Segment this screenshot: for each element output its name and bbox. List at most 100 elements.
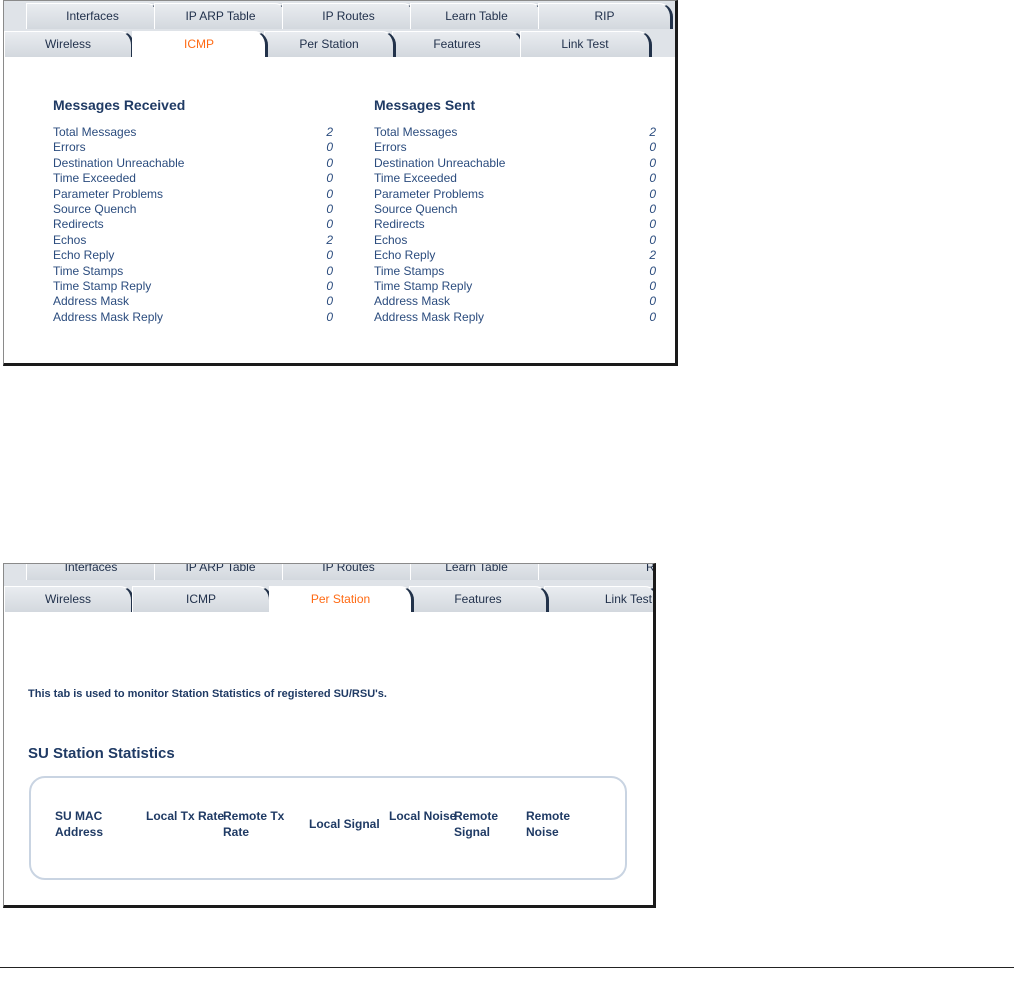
- stat-row: Address Mask Reply 0: [53, 310, 333, 325]
- stat-value: 2: [326, 232, 333, 247]
- stat-value: 0: [326, 248, 333, 263]
- stat-row: Address Mask 0: [374, 294, 656, 309]
- stat-label: Echo Reply: [53, 248, 115, 263]
- stat-value: 0: [326, 140, 333, 155]
- stat-label: Errors: [374, 140, 407, 155]
- icmp-statistics-panel: Interfaces IP ARP Table IP Routes Learn …: [3, 0, 678, 366]
- stat-row: Errors 0: [374, 140, 656, 155]
- stat-value: 2: [649, 248, 656, 263]
- tab-interfaces[interactable]: Interfaces: [26, 3, 161, 29]
- column-header-remote-signal: Remote Signal: [454, 809, 499, 839]
- tab-ip-arp-table[interactable]: IP ARP Table: [154, 564, 289, 580]
- tab-features[interactable]: Features: [392, 31, 524, 57]
- tab-description: This tab is used to monitor Station Stat…: [28, 688, 387, 700]
- stat-label: Total Messages: [374, 125, 458, 139]
- tab-wireless[interactable]: Wireless: [4, 31, 134, 57]
- stat-value: 0: [649, 263, 656, 278]
- stat-label: Echo Reply: [374, 248, 436, 263]
- stat-value: 0: [326, 263, 333, 278]
- stat-value: 0: [326, 186, 333, 201]
- tab-ip-routes[interactable]: IP Routes: [282, 564, 417, 580]
- stat-row: Errors 0: [53, 140, 333, 155]
- tab-interfaces[interactable]: Interfaces: [26, 564, 158, 580]
- stat-row: Parameter Problems 0: [374, 187, 656, 202]
- stat-row: Total Messages 2: [374, 125, 656, 140]
- stat-label: Redirects: [374, 217, 425, 232]
- stat-row: Redirects 0: [374, 217, 656, 232]
- stat-row: Echo Reply 0: [53, 248, 333, 263]
- tab-wireless[interactable]: Wireless: [4, 586, 134, 612]
- tab-per-station[interactable]: Per Station: [269, 586, 414, 612]
- stat-label: Source Quench: [374, 202, 458, 216]
- su-station-statistics-table: SU MAC Address Local Tx Rate Remote Tx R…: [29, 776, 627, 880]
- stat-label: Destination Unreachable: [53, 155, 185, 170]
- stat-row: Total Messages 2: [53, 125, 333, 140]
- stat-row: Address Mask Reply 0: [374, 310, 656, 325]
- stat-row: Destination Unreachable 0: [53, 156, 333, 171]
- stat-value: 0: [326, 155, 333, 170]
- tab-row-lower: Wireless Features Link Test Per Station …: [4, 29, 675, 57]
- tab-learn-table[interactable]: Learn Table: [410, 3, 545, 29]
- tab-per-station[interactable]: Per Station: [264, 31, 396, 57]
- stat-label: Time Exceeded: [374, 171, 457, 186]
- page-divider: [0, 967, 1014, 968]
- tab-learn-table[interactable]: Learn Table: [410, 564, 545, 580]
- stat-row: Time Stamp Reply 0: [53, 279, 333, 294]
- stat-label: Total Messages: [53, 125, 137, 139]
- stat-value: 0: [649, 155, 656, 170]
- stat-value: 0: [326, 202, 333, 216]
- stat-row: Time Exceeded 0: [53, 171, 333, 186]
- stat-label: Parameter Problems: [374, 186, 485, 201]
- stat-value: 0: [326, 294, 333, 309]
- column-header-local-signal: Local Signal: [309, 817, 380, 831]
- stat-value: 0: [649, 279, 656, 293]
- stat-label: Time Stamps: [374, 263, 445, 278]
- column-header-remote-tx-rate: Remote Tx Rate: [223, 809, 285, 839]
- stat-label: Time Stamp Reply: [53, 279, 152, 293]
- stat-label: Time Stamps: [53, 263, 124, 278]
- tab-ip-arp-table[interactable]: IP ARP Table: [154, 3, 289, 29]
- tab-link-test[interactable]: Link Test: [544, 586, 653, 612]
- stat-row: Time Stamp Reply 0: [374, 279, 656, 294]
- tab-link-test[interactable]: Link Test: [520, 31, 652, 57]
- stat-row: Time Exceeded 0: [374, 171, 656, 186]
- stat-label: Echos: [374, 232, 408, 247]
- stat-value: 0: [326, 309, 333, 324]
- tab-rip[interactable]: RIP: [538, 3, 673, 29]
- stat-label: Source Quench: [53, 202, 137, 216]
- tab-ip-routes[interactable]: IP Routes: [282, 3, 417, 29]
- stat-row: Echos 2: [53, 233, 333, 248]
- stat-row: Redirects 0: [53, 217, 333, 232]
- tab-row-upper: Interfaces IP ARP Table IP Routes Learn …: [4, 564, 653, 584]
- stat-label: Address Mask: [53, 294, 130, 309]
- stat-value: 0: [649, 217, 656, 232]
- tab-icmp[interactable]: ICMP: [132, 31, 268, 57]
- column-header-local-tx-rate: Local Tx Rate: [146, 809, 225, 823]
- stat-row: Echo Reply 2: [374, 248, 656, 263]
- stat-value: 2: [326, 125, 333, 139]
- stat-value: 0: [326, 279, 333, 293]
- stat-value: 2: [649, 125, 656, 139]
- stat-value: 0: [649, 232, 656, 247]
- stat-value: 0: [649, 140, 656, 155]
- stat-label: Parameter Problems: [53, 186, 164, 201]
- stat-label: Address Mask Reply: [374, 309, 485, 324]
- per-station-panel: Interfaces IP ARP Table IP Routes Learn …: [3, 563, 656, 908]
- stat-value: 0: [326, 171, 333, 186]
- tab-rip[interactable]: RIP: [538, 564, 653, 580]
- tab-features[interactable]: Features: [409, 586, 549, 612]
- tab-row-upper: Interfaces IP ARP Table IP Routes Learn …: [4, 1, 675, 29]
- stat-label: Time Stamp Reply: [374, 279, 473, 293]
- column-header-su-mac-address: SU MAC Address: [55, 809, 104, 839]
- tab-icmp[interactable]: ICMP: [132, 586, 272, 612]
- stat-label: Echos: [53, 232, 87, 247]
- stat-row: Time Stamps 0: [374, 264, 656, 279]
- stat-row: Echos 0: [374, 233, 656, 248]
- stat-label: Address Mask Reply: [53, 309, 164, 324]
- stat-value: 0: [649, 186, 656, 201]
- stat-row: Destination Unreachable 0: [374, 156, 656, 171]
- stat-label: Time Exceeded: [53, 171, 136, 186]
- messages-sent-heading: Messages Sent: [374, 97, 476, 113]
- stat-label: Address Mask: [374, 294, 451, 309]
- su-station-statistics-title: SU Station Statistics: [28, 745, 175, 762]
